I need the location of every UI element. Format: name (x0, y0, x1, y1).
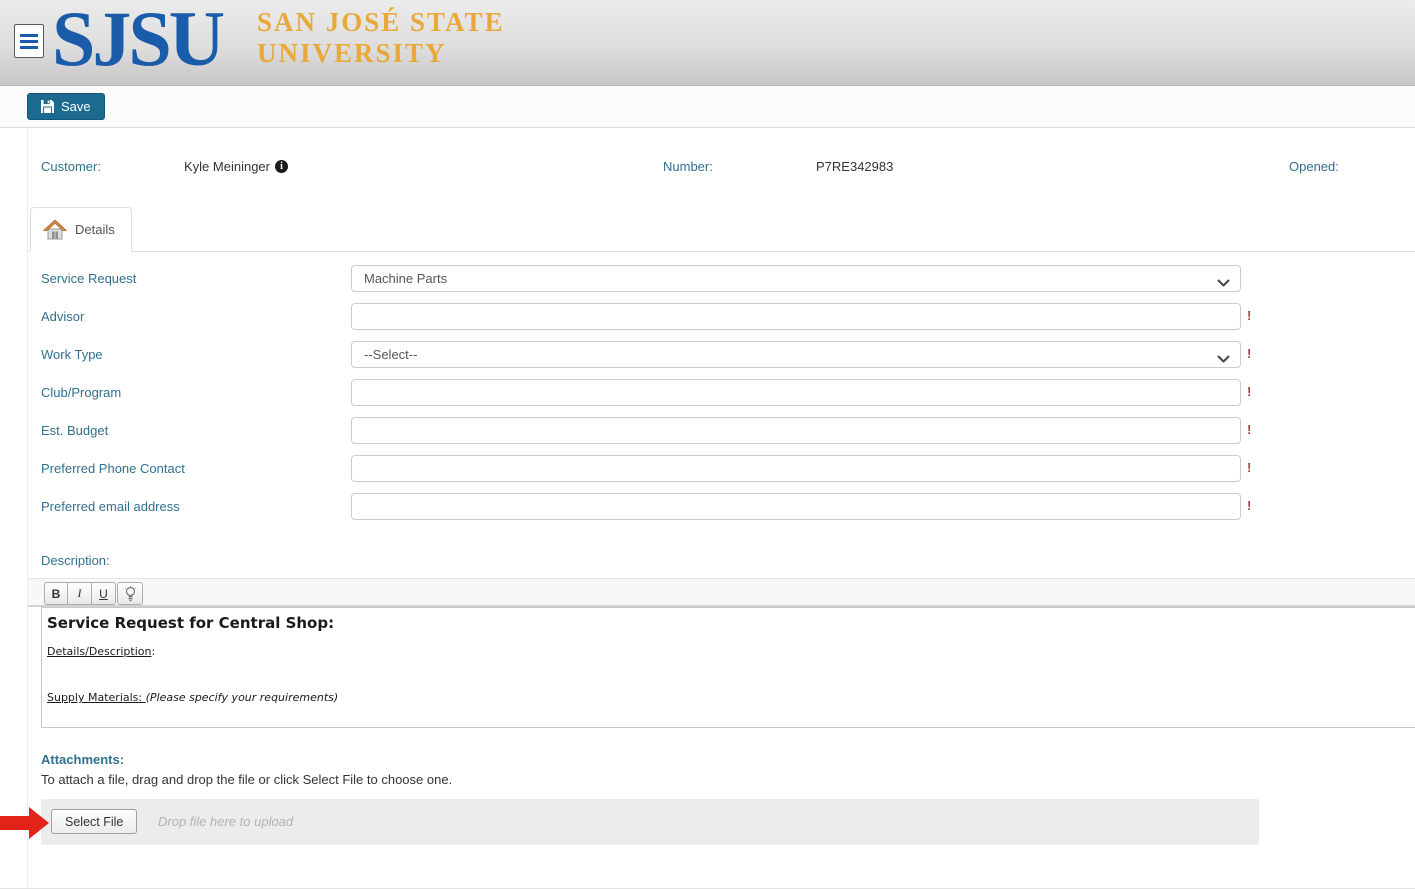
request-form-panel: Customer: Kyle Meininger Number: P7RE342… (27, 128, 1415, 886)
field-row-advisor: Advisor ! (28, 303, 1415, 330)
description-label: Description: (41, 553, 110, 568)
field-label-advisor: Advisor (41, 309, 84, 324)
number-value: P7RE342983 (816, 159, 893, 174)
required-icon: ! (1247, 422, 1251, 437)
field-label-est-budget: Est. Budget (41, 423, 108, 438)
wordmark-line2: UNIVERSITY (257, 38, 505, 69)
red-arrow-icon (0, 805, 50, 846)
editor-supply-line: Supply Materials: (Please specify your r… (47, 691, 1415, 704)
drop-hint-text: Drop file here to upload (158, 814, 293, 829)
italic-button[interactable]: I (68, 582, 92, 605)
field-label-preferred-phone: Preferred Phone Contact (41, 461, 185, 476)
chevron-down-icon (1217, 351, 1230, 366)
field-label-work-type: Work Type (41, 347, 103, 362)
sjsu-logo: SJSU (52, 0, 222, 84)
attachments-instruction: To attach a file, drag and drop the file… (41, 772, 452, 787)
tab-details-label: Details (75, 222, 115, 237)
required-icon: ! (1247, 308, 1251, 323)
required-icon: ! (1247, 498, 1251, 513)
field-label-preferred-email: Preferred email address (41, 499, 180, 514)
editor-details-line: Details/Description: (47, 645, 1415, 658)
action-toolbar: Save (0, 86, 1415, 128)
floppy-disk-icon (41, 100, 54, 113)
wordmark-line1: SAN JOSÉ STATE (257, 7, 505, 38)
editor-heading: Service Request for Central Shop: (47, 614, 1415, 632)
preferred-phone-input[interactable] (351, 455, 1241, 482)
form-fields: Service Request Machine Parts Advisor ! … (28, 265, 1415, 531)
field-row-service-request: Service Request Machine Parts (28, 265, 1415, 292)
customer-label: Customer: (41, 159, 101, 174)
format-button-group: B I U (44, 582, 116, 605)
tab-details[interactable]: Details (30, 207, 132, 252)
preferred-email-input[interactable] (351, 493, 1241, 520)
club-program-input[interactable] (351, 379, 1241, 406)
opened-label: Opened: (1289, 159, 1339, 174)
save-button-label: Save (61, 99, 91, 114)
description-editor[interactable]: Service Request for Central Shop: Detail… (41, 607, 1415, 728)
menu-button[interactable] (14, 24, 44, 58)
work-type-selected-value: --Select-- (364, 347, 417, 362)
lightbulb-icon (124, 586, 137, 602)
number-label: Number: (663, 159, 713, 174)
select-file-button[interactable]: Select File (51, 809, 137, 834)
file-dropzone[interactable]: Select File Drop file here to upload (41, 799, 1259, 845)
university-wordmark: SAN JOSÉ STATE UNIVERSITY (257, 7, 505, 69)
field-label-service-request: Service Request (41, 271, 136, 286)
bold-button[interactable]: B (44, 582, 68, 605)
required-icon: ! (1247, 346, 1251, 361)
editor-toolbar: B I U (28, 578, 1415, 607)
field-label-club-program: Club/Program (41, 385, 121, 400)
page: SJSU SAN JOSÉ STATE UNIVERSITY Save Cust… (0, 0, 1415, 889)
customer-value: Kyle Meininger (184, 159, 288, 174)
hint-button[interactable] (117, 582, 143, 605)
required-icon: ! (1247, 460, 1251, 475)
tab-bar: Details (28, 207, 1415, 252)
est-budget-input[interactable] (351, 417, 1241, 444)
chevron-down-icon (1217, 275, 1230, 290)
customer-name: Kyle Meininger (184, 159, 270, 174)
field-row-work-type: Work Type --Select-- ! (28, 341, 1415, 368)
service-request-selected-value: Machine Parts (364, 271, 447, 286)
field-row-preferred-phone: Preferred Phone Contact ! (28, 455, 1415, 482)
save-button[interactable]: Save (27, 93, 105, 120)
advisor-input[interactable] (351, 303, 1241, 330)
field-row-club-program: Club/Program ! (28, 379, 1415, 406)
info-icon[interactable] (275, 160, 288, 173)
service-request-select[interactable]: Machine Parts (351, 265, 1241, 292)
field-row-preferred-email: Preferred email address ! (28, 493, 1415, 520)
header: SJSU SAN JOSÉ STATE UNIVERSITY (0, 0, 1415, 86)
home-icon (43, 219, 67, 241)
work-type-select[interactable]: --Select-- (351, 341, 1241, 368)
attachments-label: Attachments: (41, 752, 124, 767)
underline-button[interactable]: U (92, 582, 116, 605)
required-icon: ! (1247, 384, 1251, 399)
field-row-est-budget: Est. Budget ! (28, 417, 1415, 444)
